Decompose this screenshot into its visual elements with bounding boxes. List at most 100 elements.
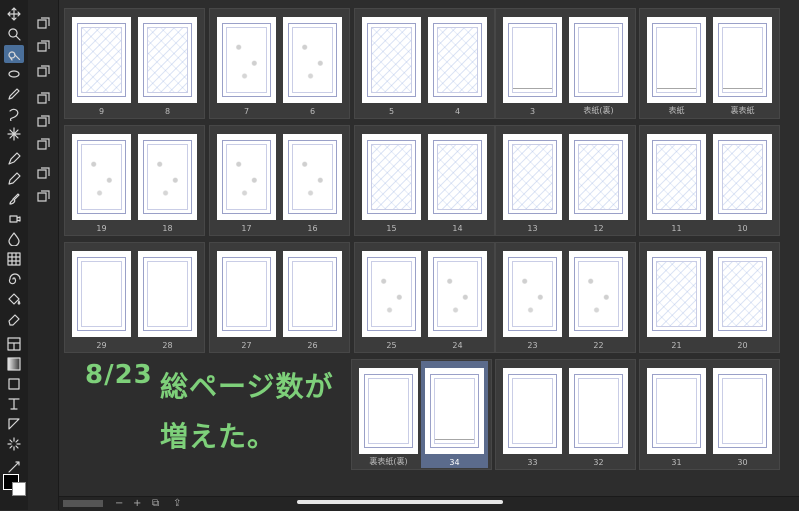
page-thumbnail[interactable] bbox=[569, 368, 628, 454]
page-thumbnail[interactable] bbox=[647, 251, 706, 337]
page-spread[interactable]: 23 22 bbox=[495, 242, 636, 353]
page-thumbnail[interactable] bbox=[569, 134, 628, 220]
pen-icon[interactable] bbox=[4, 150, 24, 168]
page-thumbnail[interactable] bbox=[713, 17, 772, 103]
page-thumbnail[interactable] bbox=[217, 17, 276, 103]
fill-icon[interactable] bbox=[4, 290, 24, 308]
film-icon[interactable] bbox=[33, 136, 53, 154]
camera-icon[interactable] bbox=[33, 90, 53, 108]
export-icon[interactable]: ⇪ bbox=[173, 498, 181, 509]
page-number-label: 26 bbox=[307, 341, 318, 350]
page-thumbnail[interactable] bbox=[503, 251, 562, 337]
zoom-track[interactable] bbox=[63, 500, 103, 507]
balloon-icon[interactable] bbox=[4, 415, 24, 433]
page-thumbnail[interactable] bbox=[72, 134, 131, 220]
page-thumbnail[interactable] bbox=[713, 251, 772, 337]
layers-icon[interactable] bbox=[33, 15, 53, 33]
content-frame bbox=[437, 27, 478, 93]
page-spread[interactable]: 3 表紙(裏) bbox=[495, 8, 636, 119]
lasso-select-icon[interactable] bbox=[4, 65, 24, 83]
page-thumbnail[interactable] bbox=[647, 368, 706, 454]
page-thumbnail[interactable] bbox=[217, 134, 276, 220]
page-thumbnail[interactable] bbox=[713, 368, 772, 454]
pencil-icon[interactable] bbox=[4, 170, 24, 188]
page-thumbnail[interactable] bbox=[713, 134, 772, 220]
page-settings-icon[interactable]: ⧉ bbox=[152, 498, 159, 509]
magic-wand-icon[interactable] bbox=[4, 125, 24, 143]
airbrush-icon[interactable] bbox=[4, 210, 24, 228]
page-thumbnail[interactable] bbox=[72, 251, 131, 337]
page-spread[interactable]: 11 10 bbox=[639, 125, 780, 236]
page-thumbnail[interactable] bbox=[138, 17, 197, 103]
page-thumbnail[interactable] bbox=[362, 251, 421, 337]
page-spread[interactable]: 17 16 bbox=[209, 125, 350, 236]
page-thumbnail[interactable] bbox=[362, 17, 421, 103]
page-number-label: 表紙 bbox=[668, 106, 685, 115]
blend-icon[interactable] bbox=[4, 230, 24, 248]
page-thumbnail[interactable] bbox=[569, 17, 628, 103]
pattern-icon[interactable] bbox=[4, 250, 24, 268]
page-spread[interactable]: 15 14 bbox=[354, 125, 495, 236]
page-spread[interactable]: 98 bbox=[64, 8, 205, 119]
page-thumbnail[interactable] bbox=[425, 368, 484, 454]
page-spread[interactable]: 表紙 裏表紙 bbox=[639, 8, 780, 119]
page-spread[interactable]: 25 24 bbox=[354, 242, 495, 353]
page-thumbnail[interactable] bbox=[647, 17, 706, 103]
close-icon[interactable] bbox=[33, 188, 53, 206]
page-thumbnail[interactable] bbox=[503, 368, 562, 454]
content-frame bbox=[147, 144, 188, 210]
page-thumbnail[interactable] bbox=[217, 251, 276, 337]
content-frame bbox=[371, 261, 412, 327]
spiral-icon[interactable] bbox=[4, 270, 24, 288]
dialog-icon[interactable] bbox=[33, 113, 53, 131]
page-spread[interactable]: 21 20 bbox=[639, 242, 780, 353]
page-spread[interactable]: 54 bbox=[354, 8, 495, 119]
adjust-icon[interactable] bbox=[33, 63, 53, 81]
page-thumbnail[interactable] bbox=[569, 251, 628, 337]
page-thumbnail[interactable] bbox=[503, 134, 562, 220]
page-spread[interactable]: 33 32 bbox=[495, 359, 636, 470]
page-spread[interactable]: 29 28 bbox=[64, 242, 205, 353]
content-frame bbox=[656, 378, 697, 444]
content-frame bbox=[147, 261, 188, 327]
gradient-icon[interactable] bbox=[4, 355, 24, 373]
content-frame bbox=[292, 261, 333, 327]
operation-icon[interactable] bbox=[4, 45, 24, 63]
page-thumbnail[interactable] bbox=[359, 368, 418, 454]
page-number-label: 23 bbox=[527, 341, 538, 350]
copy-layers-icon[interactable] bbox=[33, 38, 53, 56]
page-thumbnail[interactable] bbox=[362, 134, 421, 220]
loop-select-icon[interactable] bbox=[4, 105, 24, 123]
effect-line-icon[interactable] bbox=[4, 435, 24, 453]
eraser-icon[interactable] bbox=[4, 310, 24, 328]
frame-icon[interactable] bbox=[4, 335, 24, 353]
page-spread[interactable]: 76 bbox=[209, 8, 350, 119]
page-spread[interactable]: 31 30 bbox=[639, 359, 780, 470]
page-thumbnail[interactable] bbox=[647, 134, 706, 220]
eyedropper-icon[interactable] bbox=[4, 85, 24, 103]
move-icon[interactable] bbox=[4, 5, 24, 23]
brush-icon[interactable] bbox=[4, 190, 24, 208]
page-thumbnail[interactable] bbox=[72, 17, 131, 103]
page-thumbnail[interactable] bbox=[503, 17, 562, 103]
merge-icon[interactable] bbox=[33, 165, 53, 183]
page-thumbnail[interactable] bbox=[138, 251, 197, 337]
horizontal-scrollbar[interactable] bbox=[297, 500, 503, 504]
zoom-icon[interactable] bbox=[4, 25, 24, 43]
page-spread[interactable]: 13 12 bbox=[495, 125, 636, 236]
page-spread[interactable]: 19 18 bbox=[64, 125, 205, 236]
page-thumbnail[interactable] bbox=[428, 251, 487, 337]
zoom-out-button[interactable]: − bbox=[115, 498, 123, 509]
page-thumbnail[interactable] bbox=[428, 17, 487, 103]
page-thumbnail[interactable] bbox=[283, 134, 342, 220]
page-thumbnail[interactable] bbox=[283, 17, 342, 103]
page-thumbnail[interactable] bbox=[283, 251, 342, 337]
page-spread[interactable]: 27 26 bbox=[209, 242, 350, 353]
sub-color-swatch[interactable] bbox=[12, 482, 26, 496]
page-thumbnail[interactable] bbox=[428, 134, 487, 220]
text-icon[interactable] bbox=[4, 395, 24, 413]
page-thumbnail[interactable] bbox=[138, 134, 197, 220]
page-spread[interactable]: 裏表紙(裏) 34 bbox=[351, 359, 492, 470]
zoom-in-button[interactable]: + bbox=[133, 498, 141, 509]
rectangle-icon[interactable] bbox=[4, 375, 24, 393]
